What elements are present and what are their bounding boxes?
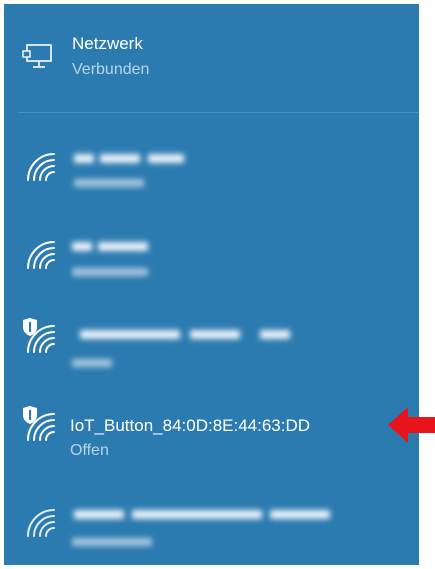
- wifi-status-blurred: [70, 179, 170, 189]
- wifi-name-blurred: [70, 330, 300, 342]
- network-flyout-panel: Netzwerk Verbunden IoT_Button_84:0D:8E:4…: [4, 4, 419, 565]
- wifi-network-item[interactable]: [4, 210, 419, 295]
- wifi-name-blurred: [70, 510, 340, 522]
- wifi-name: IoT_Button_84:0D:8E:44:63:DD: [70, 416, 311, 435]
- wifi-icon: [27, 153, 55, 181]
- wifi-network-item[interactable]: [4, 468, 419, 563]
- wifi-network-item-iot-button[interactable]: IoT_Button_84:0D:8E:44:63:DD Offen: [4, 382, 419, 467]
- wifi-name-blurred: [70, 154, 200, 166]
- divider: [18, 112, 419, 113]
- desktop-ethernet-icon: [22, 44, 52, 68]
- wifi-icon: [27, 509, 55, 537]
- wifi-network-item[interactable]: [4, 124, 419, 209]
- wifi-shield-icon: [23, 318, 55, 353]
- wifi-shield-icon: [23, 406, 55, 441]
- wifi-status: Offen: [70, 442, 109, 459]
- network-status: Verbunden: [72, 61, 150, 78]
- network-connection-item[interactable]: Netzwerk Verbunden: [4, 4, 419, 110]
- wifi-network-item[interactable]: [4, 296, 419, 381]
- red-arrow-left-icon: [388, 407, 435, 443]
- wifi-status-blurred: [70, 538, 180, 548]
- wifi-status-blurred: [70, 268, 170, 278]
- wifi-status-blurred: [70, 359, 130, 369]
- network-title: Netzwerk: [72, 34, 143, 53]
- wifi-name-blurred: [70, 242, 160, 254]
- wifi-icon: [27, 241, 55, 269]
